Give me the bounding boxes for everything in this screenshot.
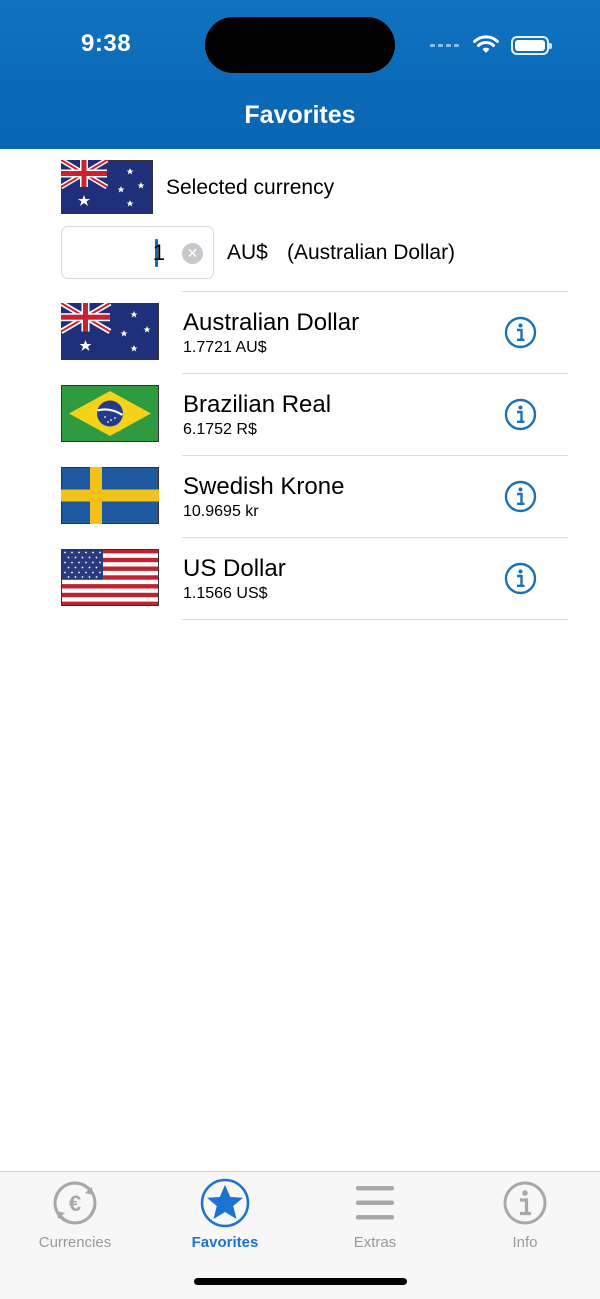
- status-icons: [430, 30, 552, 60]
- tab-favorites[interactable]: Favorites: [150, 1178, 300, 1251]
- page-title: Favorites: [244, 101, 356, 129]
- australia-flag: [61, 303, 159, 360]
- star-icon: [200, 1178, 250, 1228]
- info-icon: [503, 1181, 547, 1225]
- dynamic-island: [205, 17, 395, 73]
- selected-currency-code: AU$: [227, 241, 268, 264]
- currency-rate: 1.1566 US$: [183, 585, 268, 602]
- selected-currency-label: Selected currency: [166, 176, 335, 199]
- tab-label: Info: [512, 1234, 538, 1251]
- tab-label: Extras: [353, 1234, 397, 1251]
- info-icon[interactable]: [504, 480, 537, 513]
- battery-icon: [511, 35, 552, 55]
- currency-row-australian-dollar[interactable]: Australian Dollar 1.7721 AU$: [0, 292, 600, 374]
- currency-rate: 6.1752 R$: [183, 421, 257, 438]
- amount-value[interactable]: 1: [153, 240, 165, 266]
- tab-label: Favorites: [191, 1234, 259, 1251]
- brazil-flag: [61, 385, 159, 442]
- selected-currency-name: (Australian Dollar): [287, 241, 456, 264]
- wifi-icon: [473, 35, 499, 53]
- status-time: 9:38: [81, 30, 132, 57]
- tab-label: Currencies: [38, 1234, 112, 1251]
- favorites-screen: 9:38 Favorites Selected currency 1 ✕ AU$…: [0, 0, 600, 1299]
- australia-flag: [61, 160, 153, 214]
- tab-info[interactable]: Info: [450, 1178, 600, 1251]
- tab-currencies[interactable]: € Currencies: [0, 1178, 150, 1251]
- info-icon[interactable]: [504, 316, 537, 349]
- euro-exchange-icon: €: [53, 1181, 97, 1225]
- currency-name: Swedish Krone: [183, 473, 345, 500]
- currency-row-swedish-krone[interactable]: Swedish Krone 10.9695 kr: [0, 456, 600, 538]
- usa-flag: [61, 549, 159, 606]
- currency-name: Brazilian Real: [183, 391, 332, 418]
- currency-row-brazilian-real[interactable]: Brazilian Real 6.1752 R$: [0, 374, 600, 456]
- nav-header: 9:38 Favorites: [0, 0, 600, 149]
- sweden-flag: [61, 467, 159, 524]
- info-icon[interactable]: [504, 562, 537, 595]
- svg-text:€: €: [69, 1191, 81, 1216]
- currency-name: US Dollar: [183, 555, 286, 582]
- divider: [182, 619, 568, 620]
- amount-input[interactable]: 1 ✕: [61, 226, 214, 279]
- tab-extras[interactable]: Extras: [300, 1178, 450, 1251]
- info-icon[interactable]: [504, 398, 537, 431]
- clear-input-button[interactable]: ✕: [182, 243, 203, 264]
- currency-rate: 10.9695 kr: [183, 503, 259, 520]
- home-indicator: [194, 1278, 407, 1285]
- cellular-signal-icon: [430, 43, 459, 47]
- menu-lines-icon: [356, 1186, 394, 1220]
- currency-row-us-dollar[interactable]: US Dollar 1.1566 US$: [0, 538, 600, 620]
- currency-name: Australian Dollar: [183, 309, 360, 336]
- currency-rate: 1.7721 AU$: [183, 339, 267, 356]
